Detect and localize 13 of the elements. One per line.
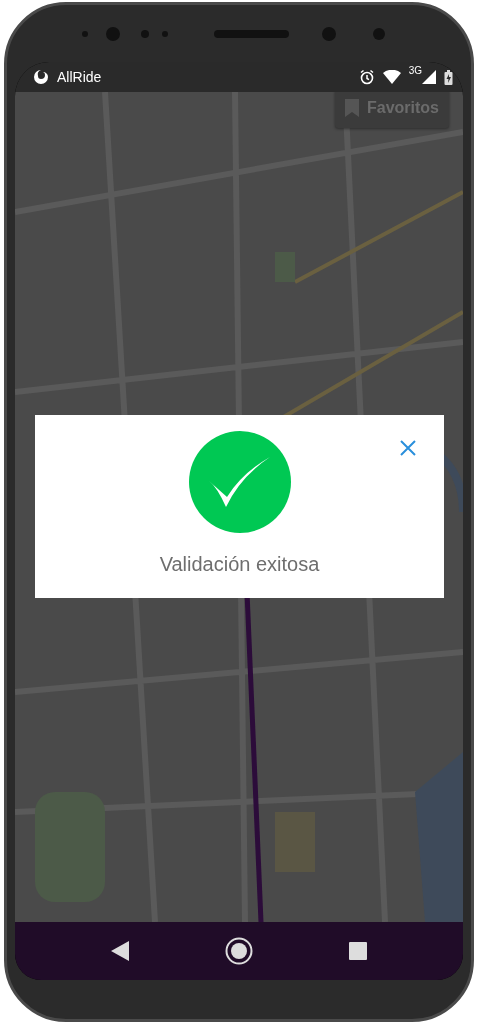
close-icon (400, 439, 416, 456)
home-icon[interactable] (225, 937, 253, 965)
app-logo-icon (33, 69, 49, 85)
back-icon[interactable] (111, 941, 129, 961)
wifi-icon (382, 70, 401, 84)
bookmark-icon (345, 99, 359, 117)
signal-icon (422, 70, 436, 84)
alarm-icon (358, 69, 375, 85)
success-check-icon (188, 431, 291, 533)
validation-message: Validación exitosa (159, 552, 320, 577)
battery-icon (444, 69, 453, 85)
app-name: AllRide (57, 67, 102, 87)
network-label: 3G (408, 66, 422, 76)
